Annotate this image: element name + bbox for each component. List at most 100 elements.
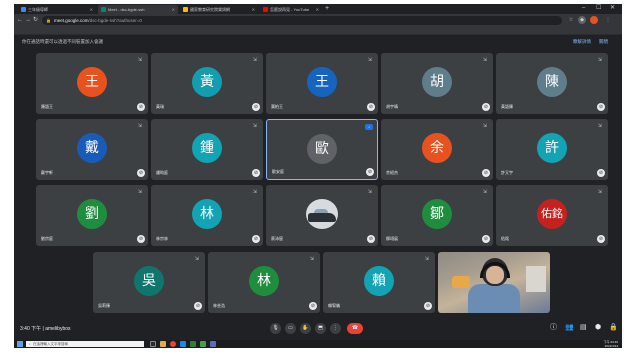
- people-icon[interactable]: 👥: [565, 324, 574, 332]
- present-button[interactable]: ⬒: [315, 323, 326, 334]
- pin-icon[interactable]: ⇲: [483, 57, 487, 63]
- pin-icon[interactable]: ⇲: [253, 189, 257, 195]
- extension-icon[interactable]: ◆: [578, 16, 586, 24]
- participant-tile[interactable]: 許 ⇲ 許又宇 ⊘: [496, 119, 608, 180]
- pin-icon[interactable]: ⇲: [483, 189, 487, 195]
- new-tab-button[interactable]: +: [325, 5, 329, 13]
- close-tab-icon[interactable]: ✕: [252, 7, 255, 12]
- chat-icon[interactable]: ▤: [580, 324, 587, 332]
- participant-tile[interactable]: 黃 ⇲ 黃瑞 ⊘: [151, 53, 263, 114]
- pin-icon[interactable]: ⇲: [483, 123, 487, 129]
- participant-avatar: 劉: [77, 199, 107, 229]
- pin-icon[interactable]: ⇲: [425, 256, 429, 262]
- participant-avatar: 許: [537, 133, 567, 163]
- banner-message: 你在通話時還可以透過不同裝置加入會議: [22, 39, 103, 44]
- windows-start-icon[interactable]: [17, 341, 23, 347]
- close-tab-icon[interactable]: ✕: [172, 7, 175, 12]
- youtube-favicon: [263, 7, 268, 12]
- participant-tile-speaking[interactable]: 歐 ♪ 歐安庭 ⊘: [266, 119, 378, 180]
- store-icon[interactable]: [190, 341, 196, 347]
- participant-tile[interactable]: 林 ⇲ 林宗林 ⊘: [151, 185, 263, 246]
- url-bar[interactable]: 🔒 meet.google.com/dsc-bgde-ssh?authuser=…: [42, 16, 562, 25]
- back-icon[interactable]: ←: [17, 16, 23, 25]
- meeting-details-icon[interactable]: ⓘ: [550, 324, 557, 332]
- self-camera-video[interactable]: [438, 252, 550, 313]
- microphone-button[interactable]: 🎙: [270, 323, 281, 334]
- participant-avatar: 陳: [537, 67, 567, 97]
- maximize-icon[interactable]: ☐: [596, 4, 601, 13]
- taskbar-clock[interactable]: 下午 03:40 2021/4/14: [604, 340, 618, 348]
- pin-icon[interactable]: ⇲: [253, 57, 257, 63]
- participant-tile[interactable]: 戴 ⇲ 戴宇軒 ⊘: [36, 119, 148, 180]
- participant-tile[interactable]: ⇲ 蔡沛宸 ⊘: [266, 185, 378, 246]
- leave-call-button[interactable]: ☎: [347, 323, 363, 334]
- person-shirt: [468, 284, 520, 313]
- meeting-controls: 3:40 下午 | amelibybos 🎙 ▭ ✋ ⬒ ⋮ ☎ ⓘ 👥 ▤ ⬢…: [14, 317, 622, 340]
- car-profile-photo: [306, 199, 338, 229]
- participant-tile[interactable]: 王 ⇲ 陳語王 ⊘: [36, 53, 148, 114]
- activities-icon[interactable]: ⬢: [595, 324, 601, 332]
- chrome-icon[interactable]: [170, 341, 176, 347]
- chrome-menu-icon[interactable]: ⋮: [604, 16, 612, 24]
- browser-tab[interactable]: 國家教育研究院樂詞網 ✕: [180, 5, 258, 14]
- pin-icon[interactable]: ⇲: [598, 189, 602, 195]
- browser-tab-active[interactable]: Meet - dsc-bgde-ssh ✕: [98, 5, 178, 14]
- participant-tile[interactable]: 賴 ⇲ 賴宥儀 ⊘: [323, 252, 435, 313]
- banner-actions: 瞭解詳情 關閉: [573, 39, 608, 45]
- participant-avatar: 鄒: [422, 199, 452, 229]
- participant-name: 黃瑞: [156, 104, 164, 109]
- pin-icon[interactable]: ⇲: [138, 57, 142, 63]
- participant-avatar: 佑銘: [537, 199, 567, 229]
- info-banner: 你在通話時還可以透過不同裝置加入會議 瞭解詳情 關閉: [14, 36, 622, 48]
- participant-name: 戴宇軒: [41, 170, 53, 175]
- participant-name: 賴宥儀: [328, 303, 340, 308]
- edge-icon[interactable]: [180, 341, 186, 347]
- app-icon[interactable]: [210, 341, 216, 347]
- participant-tile[interactable]: 王 ⇲ 葉柏王 ⊘: [266, 53, 378, 114]
- browser-tab[interactable]: 三年級導師 ✕: [18, 5, 96, 14]
- pin-icon[interactable]: ⇲: [138, 123, 142, 129]
- pin-icon[interactable]: ⇲: [368, 57, 372, 63]
- bookmarks-bar: [14, 27, 622, 35]
- close-tab-icon[interactable]: ✕: [90, 7, 93, 12]
- participant-tile[interactable]: 鄒 ⇲ 鄒翊展 ⊘: [381, 185, 493, 246]
- pin-icon[interactable]: ⇲: [195, 256, 199, 262]
- pin-icon[interactable]: ⇲: [368, 189, 372, 195]
- raise-hand-button[interactable]: ✋: [300, 323, 311, 334]
- reload-icon[interactable]: ↻: [33, 16, 38, 25]
- file-explorer-icon[interactable]: [160, 341, 166, 347]
- mic-off-icon: ⊘: [252, 169, 260, 177]
- participant-tile[interactable]: 劉 ⇲ 劉宗庭 ⊘: [36, 185, 148, 246]
- participant-tile[interactable]: 陳 ⇲ 黃語陳 ⊘: [496, 53, 608, 114]
- close-window-icon[interactable]: ✕: [610, 4, 615, 13]
- browser-tab[interactable]: 怎麼說再見 - YouTube ✕: [260, 5, 322, 14]
- mic-off-icon: ⊘: [367, 235, 375, 243]
- dismiss-banner-button[interactable]: 關閉: [599, 39, 608, 45]
- pin-icon[interactable]: ⇲: [598, 123, 602, 129]
- participant-avatar: 胡: [422, 67, 452, 97]
- participant-tile[interactable]: 余 ⇲ 余紹杰 ⊘: [381, 119, 493, 180]
- profile-avatar[interactable]: [590, 16, 598, 24]
- participant-tile[interactable]: 林 ⇲ 林芸浩 ⊘: [208, 252, 320, 313]
- close-tab-icon[interactable]: ✕: [316, 7, 319, 12]
- star-icon[interactable]: ☆: [567, 16, 575, 24]
- pin-icon[interactable]: ⇲: [310, 256, 314, 262]
- camera-button[interactable]: ▭: [285, 323, 296, 334]
- participant-tile[interactable]: 吳 ⇲ 吳莉臻 ⊘: [93, 252, 205, 313]
- pin-icon[interactable]: ⇲: [253, 123, 257, 129]
- task-view-icon[interactable]: [150, 341, 156, 347]
- app-icon[interactable]: [200, 341, 206, 347]
- url-text: meet.google.com/dsc-bgde-ssh?authuser=0: [54, 18, 142, 23]
- learn-more-link[interactable]: 瞭解詳情: [573, 39, 591, 45]
- minimize-icon[interactable]: –: [582, 4, 585, 13]
- more-options-button[interactable]: ⋮: [330, 323, 341, 334]
- lock-controls-icon[interactable]: 🔒: [609, 324, 618, 332]
- participant-tile[interactable]: 佑銘 ⇲ 佑銘 ⊘: [496, 185, 608, 246]
- forward-icon[interactable]: →: [25, 16, 31, 25]
- taskbar-search-box[interactable]: ⌕ 在這裡輸入文字來搜尋: [26, 341, 144, 347]
- pin-icon[interactable]: ⇲: [598, 57, 602, 63]
- participant-tile[interactable]: 胡 ⇲ 胡宇晴 ⊘: [381, 53, 493, 114]
- participant-avatar: 余: [422, 133, 452, 163]
- pin-icon[interactable]: ⇲: [138, 189, 142, 195]
- participant-tile[interactable]: 鍾 ⇲ 鍾昀庭 ⊘: [151, 119, 263, 180]
